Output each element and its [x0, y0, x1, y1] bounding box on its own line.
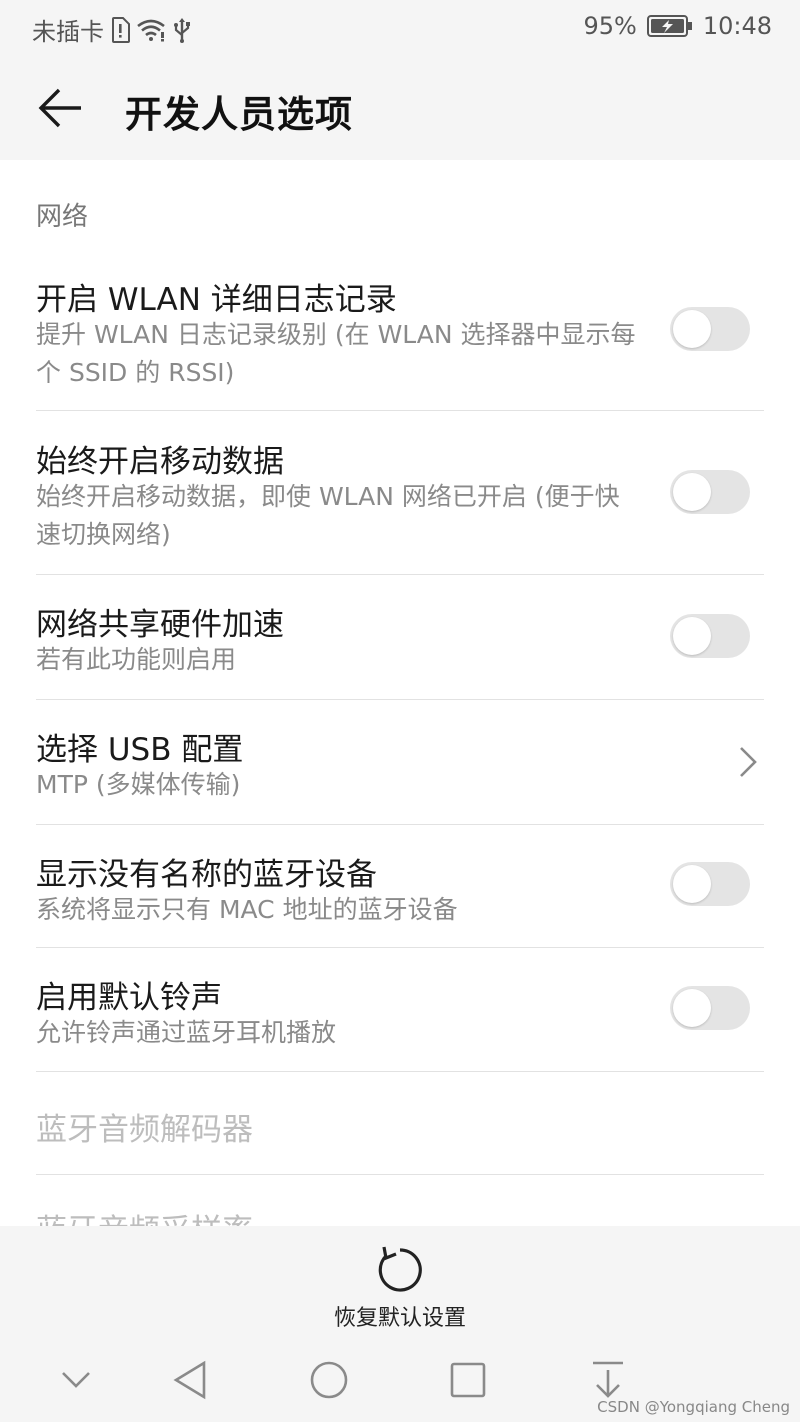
battery-charging-icon	[646, 14, 693, 38]
recents-square-icon	[450, 1362, 486, 1398]
restore-label: 恢复默认设置	[333, 1306, 466, 1331]
home-circle-icon	[310, 1361, 348, 1399]
page-title: 开发人员选项	[125, 93, 353, 136]
setting-title: 选择 USB 配置	[36, 732, 244, 768]
toggle-knob	[673, 617, 711, 655]
setting-title: 蓝牙音频解码器	[36, 1112, 253, 1148]
setting-subtitle: MTP (多媒体传输)	[36, 770, 241, 799]
setting-row-bluetooth-audio-codec: 蓝牙音频解码器	[36, 1072, 764, 1175]
setting-row-usb-config[interactable]: 选择 USB 配置 MTP (多媒体传输)	[36, 700, 764, 825]
setting-row-tethering-hw-acceleration[interactable]: 网络共享硬件加速 若有此功能则启用	[36, 575, 764, 700]
restore-defaults-button[interactable]: 恢复默认设置	[0, 1226, 800, 1336]
back-button[interactable]	[32, 82, 88, 134]
setting-row-wlan-verbose-logging[interactable]: 开启 WLAN 详细日志记录 提升 WLAN 日志记录级别 (在 WLAN 选择…	[36, 250, 764, 411]
setting-row-show-unnamed-bluetooth[interactable]: 显示没有名称的蓝牙设备 系统将显示只有 MAC 地址的蓝牙设备	[36, 825, 764, 948]
nav-notification-button[interactable]	[586, 1358, 630, 1402]
toggle-knob	[673, 310, 711, 348]
watermark: CSDN @Yongqiang Cheng	[597, 1398, 790, 1416]
settings-list[interactable]: 网络 开启 WLAN 详细日志记录 提升 WLAN 日志记录级别 (在 WLAN…	[0, 160, 800, 1226]
toggle-switch[interactable]	[670, 470, 750, 514]
setting-row-bluetooth-sample-rate: 蓝牙音频采样率	[36, 1175, 764, 1226]
setting-title: 网络共享硬件加速	[36, 607, 284, 643]
toggle-switch[interactable]	[670, 986, 750, 1030]
restore-icon	[378, 1246, 422, 1292]
sim-alert-icon	[110, 16, 130, 43]
setting-subtitle: 提升 WLAN 日志记录级别 (在 WLAN 选择器中显示每个 SSID 的 R…	[36, 320, 636, 387]
usb-icon	[172, 17, 192, 43]
setting-subtitle: 允许铃声通过蓝牙耳机播放	[36, 1018, 337, 1047]
nav-home-button[interactable]	[307, 1358, 351, 1402]
status-bar: 未插卡 95% 10:48	[0, 0, 800, 56]
chevron-right-icon	[740, 747, 757, 777]
system-nav-bar: CSDN @Yongqiang Cheng	[0, 1336, 800, 1422]
toggle-knob	[673, 865, 711, 903]
back-triangle-icon	[173, 1360, 206, 1400]
nav-collapse-button[interactable]	[54, 1358, 98, 1402]
setting-title: 蓝牙音频采样率	[36, 1205, 253, 1226]
toggle-switch[interactable]	[670, 862, 750, 906]
setting-title: 始终开启移动数据	[36, 444, 284, 480]
setting-title: 启用默认铃声	[36, 980, 222, 1016]
toggle-switch[interactable]	[670, 614, 750, 658]
status-bar-left: 未插卡	[32, 12, 192, 47]
back-arrow-icon	[38, 88, 81, 128]
carrier-label: 未插卡	[32, 18, 104, 46]
toggle-knob	[673, 989, 711, 1027]
setting-subtitle: 系统将显示只有 MAC 地址的蓝牙设备	[36, 895, 458, 924]
chevron-down-icon	[62, 1372, 90, 1388]
status-bar-right: 95% 10:48	[583, 12, 772, 40]
app-bar: 开发人员选项	[0, 56, 800, 160]
setting-title: 显示没有名称的蓝牙设备	[36, 857, 377, 893]
setting-row-mobile-data-always-on[interactable]: 始终开启移动数据 始终开启移动数据，即使 WLAN 网络已开启 (便于快速切换网…	[36, 412, 764, 575]
notification-pull-icon	[593, 1361, 623, 1398]
setting-row-default-ringtone[interactable]: 启用默认铃声 允许铃声通过蓝牙耳机播放	[36, 948, 764, 1072]
nav-back-button[interactable]	[168, 1358, 212, 1402]
setting-title: 开启 WLAN 详细日志记录	[36, 282, 397, 318]
wifi-icon	[136, 18, 166, 42]
setting-subtitle: 若有此功能则启用	[36, 645, 237, 674]
nav-recents-button[interactable]	[446, 1358, 490, 1402]
section-header-network: 网络	[36, 202, 89, 232]
clock: 10:48	[702, 12, 772, 40]
battery-percent: 95%	[583, 12, 637, 40]
toggle-knob	[673, 473, 711, 511]
toggle-switch[interactable]	[670, 307, 750, 351]
setting-subtitle: 始终开启移动数据，即使 WLAN 网络已开启 (便于快速切换网络)	[36, 482, 620, 549]
